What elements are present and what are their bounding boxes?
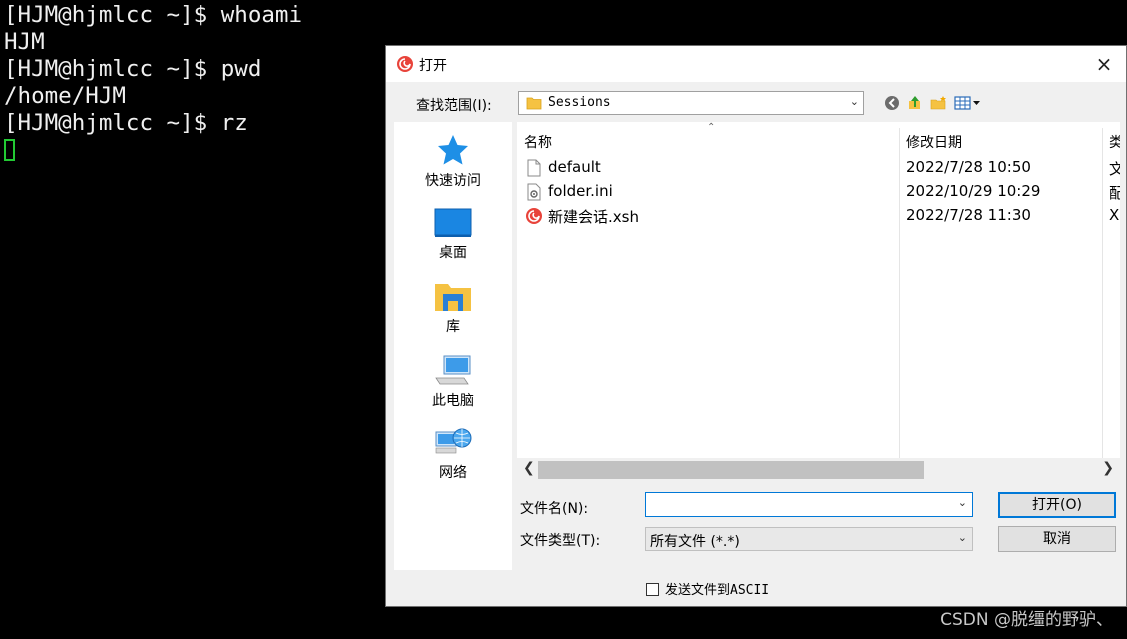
column-header-name[interactable]: 名称 (524, 132, 552, 152)
library-icon (435, 284, 471, 311)
place-label: 库 (446, 319, 460, 335)
file-type: 文 (1109, 160, 1120, 178)
settings-file-icon (527, 183, 541, 201)
view-menu-icon[interactable] (954, 95, 982, 111)
xshell-session-icon (526, 208, 542, 224)
ascii-checkbox-label: 发送文件到ASCII (665, 583, 770, 598)
open-file-dialog: 打开 × 查找范围(I): Sessions ⌄ 快速访问 桌面 库 此电脑 网… (385, 45, 1127, 607)
terminal-line: [HJM@hjmlcc ~]$ whoami (4, 2, 303, 28)
terminal-cursor (4, 139, 15, 161)
place-label: 网络 (439, 465, 467, 481)
terminal-line: [HJM@hjmlcc ~]$ pwd (4, 56, 262, 82)
network-icon (435, 428, 472, 454)
sort-ascending-icon: ⌃ (707, 122, 716, 133)
new-folder-icon[interactable] (930, 95, 948, 111)
file-name-label: 文件名(N): (520, 501, 589, 517)
place-label: 快速访问 (425, 173, 481, 189)
place-quick-access[interactable]: 快速访问 (394, 134, 512, 190)
file-list[interactable]: ⌃ 名称 修改日期 类 default 2022/7/28 10:50 文 fo… (517, 122, 1120, 482)
terminal-line: /home/HJM (4, 83, 126, 109)
look-in-value: Sessions (548, 95, 611, 110)
file-row[interactable]: default 2022/7/28 10:50 文 (517, 156, 1120, 180)
place-network[interactable]: 网络 (394, 426, 512, 482)
computer-icon (435, 355, 471, 385)
scroll-right-icon[interactable]: ❯ (1102, 460, 1114, 476)
place-label: 此电脑 (432, 393, 474, 409)
dialog-titlebar[interactable]: 打开 × (386, 46, 1126, 82)
file-row[interactable]: 新建会话.xsh 2022/7/28 11:30 X (517, 204, 1120, 228)
file-date: 2022/10/29 10:29 (906, 182, 1041, 200)
file-date: 2022/7/28 10:50 (906, 158, 1031, 176)
star-icon (438, 135, 468, 165)
chevron-down-icon: ⌄ (849, 95, 859, 108)
dialog-title: 打开 (419, 58, 447, 74)
look-in-label: 查找范围(I): (416, 98, 492, 114)
terminal-cursor-line (4, 137, 302, 164)
cancel-button[interactable]: 取消 (998, 526, 1116, 552)
file-row[interactable]: folder.ini 2022/10/29 10:29 配 (517, 180, 1120, 204)
file-type-label: 文件类型(T): (520, 533, 601, 549)
place-desktop[interactable]: 桌面 (394, 208, 512, 262)
file-name: default (548, 158, 601, 176)
back-icon[interactable] (884, 95, 902, 111)
column-header-type[interactable]: 类 (1109, 132, 1120, 152)
chevron-down-icon: ⌄ (957, 531, 967, 544)
file-type: X (1109, 206, 1120, 224)
ascii-checkbox-row[interactable]: 发送文件到ASCII (646, 579, 769, 598)
folder-icon (526, 97, 542, 110)
places-bar: 快速访问 桌面 库 此电脑 网络 (394, 122, 512, 570)
file-type-value: 所有文件 (*.*) (650, 534, 740, 550)
ascii-checkbox[interactable] (646, 583, 659, 596)
xshell-logo-icon (397, 56, 413, 72)
column-header-date[interactable]: 修改日期 (906, 132, 962, 152)
place-this-pc[interactable]: 此电脑 (394, 354, 512, 410)
terminal[interactable]: [HJM@hjmlcc ~]$ whoami HJM [HJM@hjmlcc ~… (4, 2, 302, 164)
scrollbar-thumb[interactable] (538, 461, 924, 479)
horizontal-scrollbar[interactable]: ❮ ❯ (517, 458, 1120, 482)
open-button[interactable]: 打开(O) (998, 492, 1116, 518)
place-label: 桌面 (439, 245, 467, 261)
file-type: 配 (1109, 184, 1120, 202)
file-name: folder.ini (548, 182, 613, 200)
desktop-icon (434, 208, 472, 237)
file-icon (527, 159, 541, 177)
file-date: 2022/7/28 11:30 (906, 206, 1031, 224)
watermark: CSDN @脱缰的野驴、 (940, 610, 1113, 630)
close-icon: × (1095, 52, 1113, 76)
look-in-combo[interactable]: Sessions ⌄ (518, 91, 864, 115)
terminal-line: HJM (4, 29, 45, 55)
file-name: 新建会话.xsh (548, 208, 639, 226)
close-button[interactable]: × (1082, 46, 1126, 82)
scroll-left-icon[interactable]: ❮ (523, 460, 535, 476)
file-type-select[interactable]: 所有文件 (*.*) ⌄ (645, 527, 973, 551)
up-folder-icon[interactable] (906, 95, 924, 111)
place-libraries[interactable]: 库 (394, 280, 512, 336)
file-name-input[interactable]: ⌄ (645, 492, 973, 517)
chevron-down-icon[interactable]: ⌄ (958, 496, 967, 509)
terminal-line: [HJM@hjmlcc ~]$ rz (4, 110, 248, 136)
